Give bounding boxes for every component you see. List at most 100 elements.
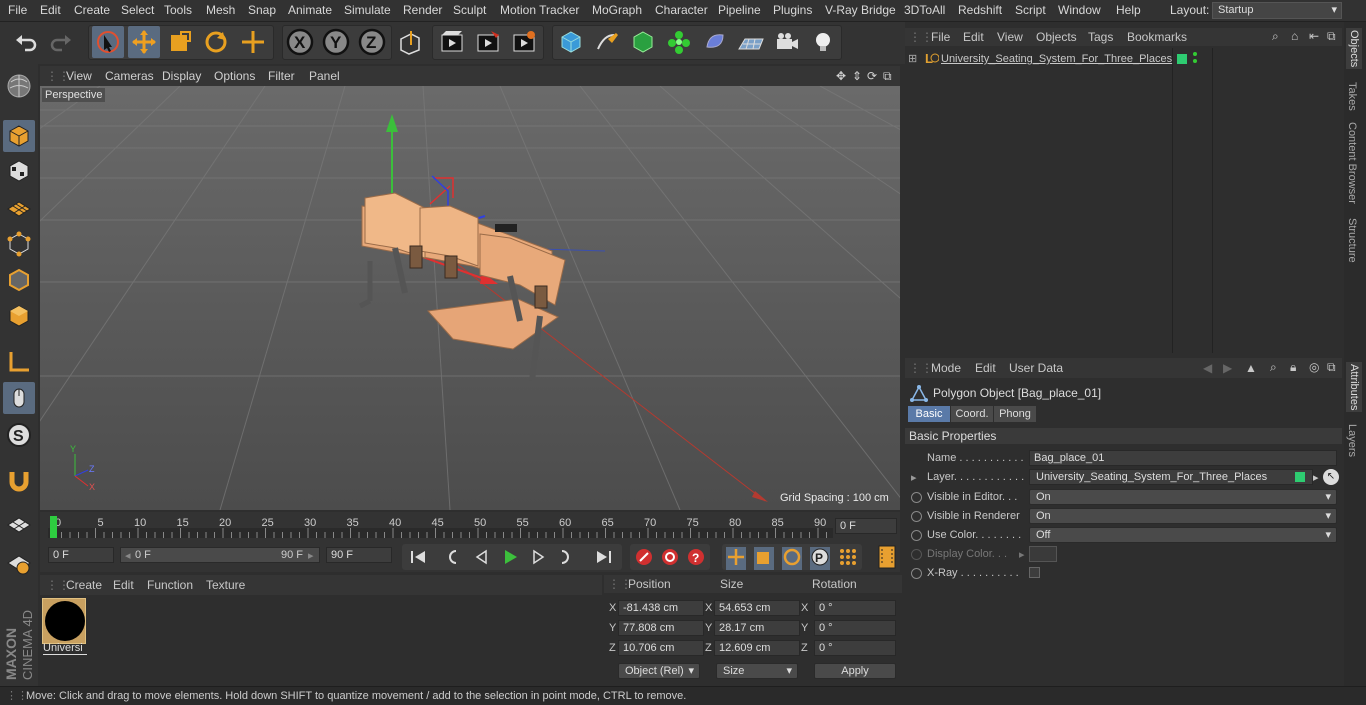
attr-forward-arrow-icon[interactable]: ▶ bbox=[1223, 361, 1232, 375]
tab-structure[interactable]: Structure bbox=[1346, 218, 1358, 263]
tab-phong[interactable]: Phong bbox=[994, 406, 1036, 422]
material-menu-texture[interactable]: Texture bbox=[206, 578, 245, 592]
menu-simulate[interactable]: Simulate bbox=[344, 3, 391, 17]
objects-menu-edit[interactable]: Edit bbox=[963, 30, 984, 44]
animate-dot-icon[interactable] bbox=[911, 511, 922, 522]
material-swatch[interactable] bbox=[42, 598, 86, 644]
menu-script[interactable]: Script bbox=[1015, 3, 1046, 17]
position-key-icon[interactable] bbox=[726, 547, 746, 570]
cube-icon[interactable] bbox=[555, 26, 587, 58]
frame-range-slider[interactable]: ◂ 0 F 90 F ▸ bbox=[120, 547, 320, 563]
rotation-y-field[interactable]: 0 ° bbox=[814, 620, 896, 636]
deformer-icon[interactable] bbox=[699, 26, 731, 58]
objects-menu-objects[interactable]: Objects bbox=[1036, 30, 1077, 44]
position-z-field[interactable]: 10.706 cm bbox=[618, 640, 704, 656]
workplane-icon[interactable] bbox=[3, 192, 35, 224]
attr-up-arrow-icon[interactable]: ▲ bbox=[1245, 361, 1257, 375]
expand-icon[interactable]: ⊞ bbox=[908, 52, 917, 65]
move-tool-icon[interactable] bbox=[128, 26, 160, 58]
y-axis-lock-icon[interactable]: Y bbox=[320, 26, 352, 58]
timeline[interactable]: 0 5 10 15 20 25 30 35 40 45 50 55 60 65 70 75 80 85 90 0 F bbox=[40, 512, 900, 542]
cloner-icon[interactable] bbox=[663, 26, 695, 58]
name-field[interactable]: Bag_place_01 bbox=[1029, 450, 1337, 466]
menu-sculpt[interactable]: Sculpt bbox=[453, 3, 486, 17]
render-settings-icon[interactable] bbox=[508, 26, 540, 58]
next-frame-icon[interactable] bbox=[528, 547, 548, 570]
redo-icon[interactable] bbox=[45, 26, 77, 58]
objects-back-icon[interactable]: ⇤ bbox=[1309, 29, 1319, 43]
objects-menu-file[interactable]: File bbox=[931, 30, 950, 44]
viewport-menu-options[interactable]: Options bbox=[214, 69, 255, 83]
pen-spline-icon[interactable] bbox=[591, 26, 623, 58]
viewport-camera-label[interactable]: Perspective bbox=[42, 88, 106, 102]
coord-mode-dropdown[interactable]: Object (Rel) bbox=[618, 663, 700, 679]
live-select-icon[interactable] bbox=[92, 26, 124, 58]
camera-icon[interactable] bbox=[771, 26, 803, 58]
end-frame-field[interactable]: 90 F bbox=[326, 547, 392, 563]
transform-tool-icon[interactable] bbox=[237, 26, 269, 58]
attr-back-arrow-icon[interactable]: ◀ bbox=[1203, 361, 1212, 375]
attr-menu-mode[interactable]: Mode bbox=[931, 361, 961, 375]
attr-new-panel-icon[interactable]: ⧉ bbox=[1327, 360, 1336, 375]
axis-mode-icon[interactable] bbox=[3, 346, 35, 378]
animate-dot-icon[interactable] bbox=[911, 530, 922, 541]
workplane-lock-icon[interactable] bbox=[3, 510, 35, 542]
objects-home-icon[interactable]: ⌂ bbox=[1291, 29, 1298, 43]
menu-select[interactable]: Select bbox=[121, 3, 154, 17]
tweak-mode-icon[interactable] bbox=[3, 382, 35, 414]
undo-icon[interactable] bbox=[10, 26, 42, 58]
material-menu-create[interactable]: Create bbox=[66, 578, 102, 592]
timeline-ruler[interactable]: 0 5 10 15 20 25 30 35 40 45 50 55 60 65 70 75 80 85 90 bbox=[48, 512, 838, 542]
object-row[interactable]: ⊞ L University_Seating_System_For_Three_… bbox=[905, 51, 1173, 69]
objects-search-icon[interactable]: ⌕ bbox=[1272, 29, 1279, 44]
menu-help[interactable]: Help bbox=[1116, 3, 1141, 17]
model-mode-icon[interactable] bbox=[3, 120, 35, 152]
viewport-move-icon[interactable]: ✥ bbox=[836, 69, 846, 83]
viewport-rotate-icon[interactable]: ⟳ bbox=[867, 69, 877, 83]
viewport-menu-view[interactable]: View bbox=[66, 69, 92, 83]
layer-expand-icon[interactable]: ▸ bbox=[911, 471, 917, 484]
layout-select[interactable]: Startup bbox=[1212, 2, 1342, 19]
viewport-zoom-icon[interactable]: ⇕ bbox=[852, 69, 862, 83]
size-x-field[interactable]: 54.653 cm bbox=[714, 600, 800, 616]
viewport-menu-filter[interactable]: Filter bbox=[268, 69, 295, 83]
animate-dot-icon[interactable] bbox=[911, 492, 922, 503]
position-x-field[interactable]: -81.438 cm bbox=[618, 600, 704, 616]
object-name[interactable]: University_Seating_System_For_Three_Plac… bbox=[941, 53, 1172, 65]
previous-frame-icon[interactable] bbox=[472, 547, 492, 570]
viewport-menu-panel[interactable]: Panel bbox=[309, 69, 340, 83]
menu-pipeline[interactable]: Pipeline bbox=[718, 3, 761, 17]
rotation-key-icon[interactable] bbox=[782, 547, 802, 570]
menu-character[interactable]: Character bbox=[655, 3, 708, 17]
scale-tool-icon[interactable] bbox=[164, 26, 196, 58]
attr-target-icon[interactable]: ◎ bbox=[1309, 360, 1319, 374]
menu-motion-tracker[interactable]: Motion Tracker bbox=[500, 3, 579, 17]
render-view-icon[interactable] bbox=[436, 26, 468, 58]
menu-mesh[interactable]: Mesh bbox=[206, 3, 235, 17]
subdivision-icon[interactable] bbox=[627, 26, 659, 58]
grid-snap-icon[interactable] bbox=[3, 548, 35, 580]
layer-pick-icon[interactable]: ↖ bbox=[1323, 469, 1339, 485]
objects-menu-tags[interactable]: Tags bbox=[1088, 30, 1113, 44]
make-editable-icon[interactable] bbox=[3, 70, 35, 102]
viewport-menu-cameras[interactable]: Cameras bbox=[105, 69, 154, 83]
objects-menu-view[interactable]: View bbox=[997, 30, 1023, 44]
viewport-menu-display[interactable]: Display bbox=[162, 69, 201, 83]
layer-color-swatch[interactable] bbox=[1177, 54, 1187, 64]
size-z-field[interactable]: 12.609 cm bbox=[714, 640, 800, 656]
go-to-start-icon[interactable] bbox=[408, 547, 428, 570]
render-picture-viewer-icon[interactable] bbox=[472, 26, 504, 58]
next-key-icon[interactable] bbox=[556, 547, 576, 570]
attr-search-icon[interactable]: ⌕ bbox=[1270, 360, 1277, 375]
menu-window[interactable]: Window bbox=[1058, 3, 1101, 17]
menu-mograph[interactable]: MoGraph bbox=[592, 3, 642, 17]
menu-create[interactable]: Create bbox=[74, 3, 110, 17]
rotate-tool-icon[interactable] bbox=[200, 26, 232, 58]
layer-menu-arrow-icon[interactable]: ▸ bbox=[1313, 471, 1319, 484]
apply-button[interactable]: Apply bbox=[814, 663, 896, 679]
viewport-3d[interactable]: Y Z X Perspective Grid Spacing : 100 cm bbox=[40, 86, 900, 510]
playhead[interactable] bbox=[50, 516, 57, 538]
tab-objects[interactable]: Objects bbox=[1346, 28, 1362, 70]
position-y-field[interactable]: 77.808 cm bbox=[618, 620, 704, 636]
autokey-icon[interactable] bbox=[660, 547, 680, 570]
